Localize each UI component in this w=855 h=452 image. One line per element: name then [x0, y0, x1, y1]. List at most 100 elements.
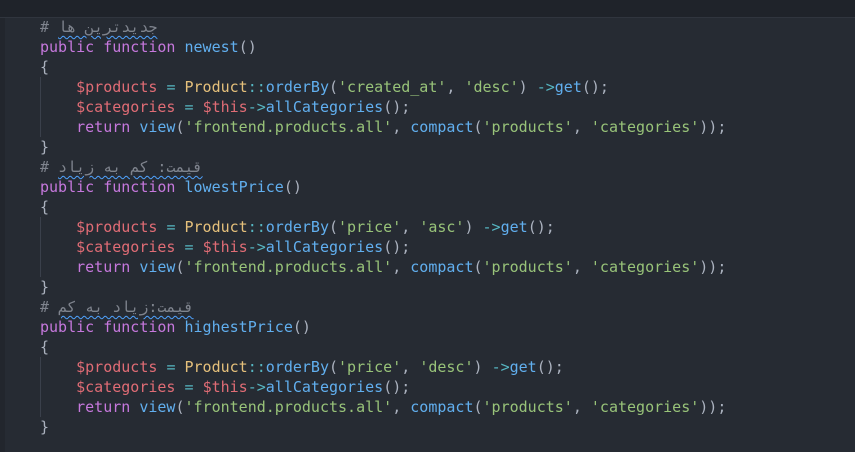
variable-this: $this: [202, 238, 248, 256]
function-signature-line: public function newest(): [40, 37, 726, 57]
open-brace: {: [40, 58, 50, 76]
comma: ,: [572, 118, 582, 136]
comment-line: # قیمت: کم به زیاد: [40, 157, 726, 177]
string-categories: 'categories': [590, 258, 700, 276]
statement-end: ();: [581, 78, 609, 96]
paren-close: ): [464, 218, 474, 236]
statement-end: ();: [383, 378, 411, 396]
paren-open: (: [329, 358, 339, 376]
open-brace: {: [40, 198, 50, 216]
method-orderby: orderBy: [265, 78, 329, 96]
comma: ,: [572, 398, 582, 416]
open-brace-line: {: [40, 197, 726, 217]
function-name: newest: [184, 38, 239, 56]
arrow-operator: ->: [247, 98, 266, 116]
indent-guide: [40, 117, 41, 137]
code-line-categories: $categories = $this->allCategories();: [40, 377, 726, 397]
comma: ,: [572, 258, 582, 276]
method-orderby: orderBy: [265, 218, 329, 236]
function-signature-line: public function lowestPrice(): [40, 177, 726, 197]
comment-hash: #: [40, 298, 50, 316]
string-view-name: 'frontend.products.all': [184, 398, 393, 416]
close-brace-line: }: [40, 417, 726, 437]
code-area[interactable]: # جدیدترین ها public function newest(){ $…: [40, 17, 726, 437]
paren-open: (: [175, 258, 185, 276]
assign-operator: =: [166, 78, 176, 96]
statement-end: ();: [527, 218, 555, 236]
method-allcategories: allCategories: [265, 378, 384, 396]
code-line-return: return view('frontend.products.all', com…: [40, 397, 726, 417]
method-allcategories: allCategories: [265, 98, 384, 116]
code-editor[interactable]: # جدیدترین ها public function newest(){ $…: [0, 0, 855, 452]
keyword-return: return: [76, 398, 131, 416]
static-operator: ::: [247, 78, 266, 96]
keyword-function: function: [103, 318, 176, 336]
arrow-operator: ->: [491, 358, 510, 376]
indent-guide: [40, 217, 41, 237]
arrow-operator: ->: [247, 378, 266, 396]
open-brace-line: {: [40, 337, 726, 357]
function-compact: compact: [410, 118, 474, 136]
function-view: view: [139, 258, 176, 276]
indent-guide: [40, 397, 41, 417]
arrow-operator: ->: [247, 238, 266, 256]
comment-hash: #: [40, 158, 50, 176]
paren-open: (: [175, 398, 185, 416]
string-view-name: 'frontend.products.all': [184, 258, 393, 276]
arrow-operator: ->: [482, 218, 501, 236]
code-line-products: $products = Product::orderBy('price', 'a…: [40, 217, 726, 237]
indent-guide: [40, 77, 41, 97]
indent-guide: [40, 237, 41, 257]
function-view: view: [139, 398, 176, 416]
statement-end: ));: [699, 118, 727, 136]
string-products: 'products': [482, 258, 573, 276]
paren-close: ): [518, 78, 528, 96]
static-operator: ::: [247, 218, 266, 236]
string-categories: 'categories': [590, 118, 700, 136]
function-name: lowestPrice: [184, 178, 284, 196]
variable-products: $products: [76, 358, 158, 376]
variable-products: $products: [76, 78, 158, 96]
assign-operator: =: [184, 98, 194, 116]
method-get: get: [500, 218, 528, 236]
method-allcategories: allCategories: [265, 238, 384, 256]
paren-close: ): [473, 358, 483, 376]
keyword-public: public: [40, 318, 95, 336]
function-params: (): [283, 178, 302, 196]
comment-text: جدیدترین ها: [58, 18, 158, 36]
string-view-name: 'frontend.products.all': [184, 118, 393, 136]
string-arg2: 'asc': [419, 218, 465, 236]
close-brace: }: [40, 418, 50, 436]
string-arg1: 'created_at': [338, 78, 447, 96]
paren-open: (: [473, 258, 483, 276]
class-name: Product: [184, 78, 248, 96]
keyword-return: return: [76, 258, 131, 276]
string-products: 'products': [482, 398, 573, 416]
static-operator: ::: [247, 358, 266, 376]
paren-open: (: [329, 78, 339, 96]
keyword-function: function: [103, 178, 176, 196]
open-brace-line: {: [40, 57, 726, 77]
keyword-return: return: [76, 118, 131, 136]
class-name: Product: [184, 218, 248, 236]
string-categories: 'categories': [590, 398, 700, 416]
editor-tab-bar: [0, 0, 855, 18]
keyword-function: function: [103, 38, 176, 56]
indent-guide: [40, 377, 41, 397]
function-params: (): [292, 318, 311, 336]
string-arg2: 'desc': [464, 78, 519, 96]
method-get: get: [554, 78, 582, 96]
string-arg1: 'price': [338, 358, 402, 376]
string-arg1: 'price': [338, 218, 402, 236]
function-params: (): [238, 38, 257, 56]
code-line-products: $products = Product::orderBy('price', 'd…: [40, 357, 726, 377]
comment-text: قیمت:زیاد به کم: [58, 298, 194, 316]
string-arg2: 'desc': [419, 358, 474, 376]
variable-categories: $categories: [76, 378, 176, 396]
keyword-public: public: [40, 38, 95, 56]
indent-guide: [40, 257, 41, 277]
editor-gutter: [0, 18, 5, 452]
comment-hash: #: [40, 18, 50, 36]
assign-operator: =: [184, 238, 194, 256]
statement-end: ));: [699, 258, 727, 276]
